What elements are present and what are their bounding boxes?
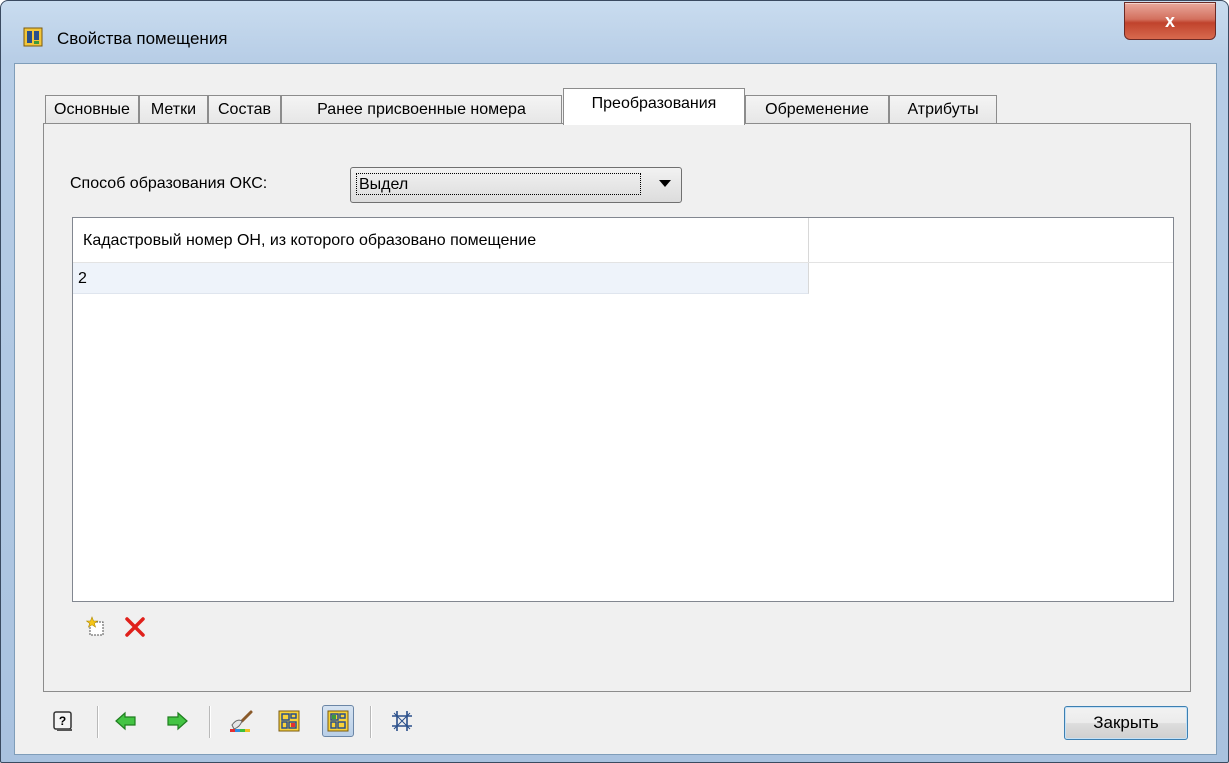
- transformations-panel: Способ образования ОКС: Выдел Кадастровы…: [43, 123, 1191, 692]
- window-close-button[interactable]: x: [1124, 2, 1216, 40]
- source-objects-table[interactable]: Кадастровый номер ОН, из которого образо…: [72, 217, 1174, 602]
- forward-arrow-icon[interactable]: [161, 705, 193, 737]
- window-title: Свойства помещения: [57, 29, 228, 48]
- new-row-icon[interactable]: [84, 614, 110, 640]
- brush-icon[interactable]: [225, 705, 257, 737]
- method-select[interactable]: Выдел: [350, 167, 682, 203]
- column-header-cadastral-number[interactable]: Кадастровый номер ОН, из которого образо…: [73, 218, 809, 262]
- toolbar-separator: [370, 706, 372, 738]
- back-arrow-icon[interactable]: [110, 705, 142, 737]
- room-properties-app-icon: [23, 27, 43, 47]
- delete-row-icon[interactable]: [122, 614, 148, 640]
- toolbar-separator: [97, 706, 99, 738]
- table-row[interactable]: 2: [73, 263, 809, 294]
- bottom-toolbar: ? Закрыть: [15, 692, 1216, 752]
- table-header: Кадастровый номер ОН, из которого образо…: [73, 218, 1173, 263]
- method-select-value: Выдел: [356, 173, 641, 195]
- dialog-window: Свойства помещения x Основные Метки Сост…: [0, 0, 1229, 763]
- tab-composition[interactable]: Состав: [208, 95, 281, 124]
- tab-main[interactable]: Основные: [45, 95, 139, 124]
- tab-encumbrance[interactable]: Обременение: [745, 95, 889, 124]
- tab-previous-numbers[interactable]: Ранее присвоенные номера: [281, 95, 562, 124]
- dialog-client-area: Основные Метки Состав Ранее присвоенные …: [14, 63, 1217, 755]
- close-icon: x: [1164, 10, 1175, 31]
- title-bar: Свойства помещения x: [1, 1, 1228, 48]
- map-active-icon[interactable]: [322, 705, 354, 737]
- chevron-down-icon[interactable]: [659, 180, 671, 187]
- grid-crop-icon[interactable]: [386, 705, 418, 737]
- table-cell[interactable]: 2: [73, 263, 808, 294]
- method-label: Способ образования ОКС:: [70, 175, 268, 192]
- tab-transformations[interactable]: Преобразования: [563, 88, 745, 125]
- tab-marks[interactable]: Метки: [139, 95, 208, 124]
- toolbar-separator: [209, 706, 211, 738]
- help-icon[interactable]: ?: [47, 705, 79, 737]
- tab-attributes[interactable]: Атрибуты: [889, 95, 997, 124]
- map-icon[interactable]: [273, 705, 305, 737]
- svg-text:?: ?: [59, 714, 66, 728]
- close-button[interactable]: Закрыть: [1064, 706, 1188, 740]
